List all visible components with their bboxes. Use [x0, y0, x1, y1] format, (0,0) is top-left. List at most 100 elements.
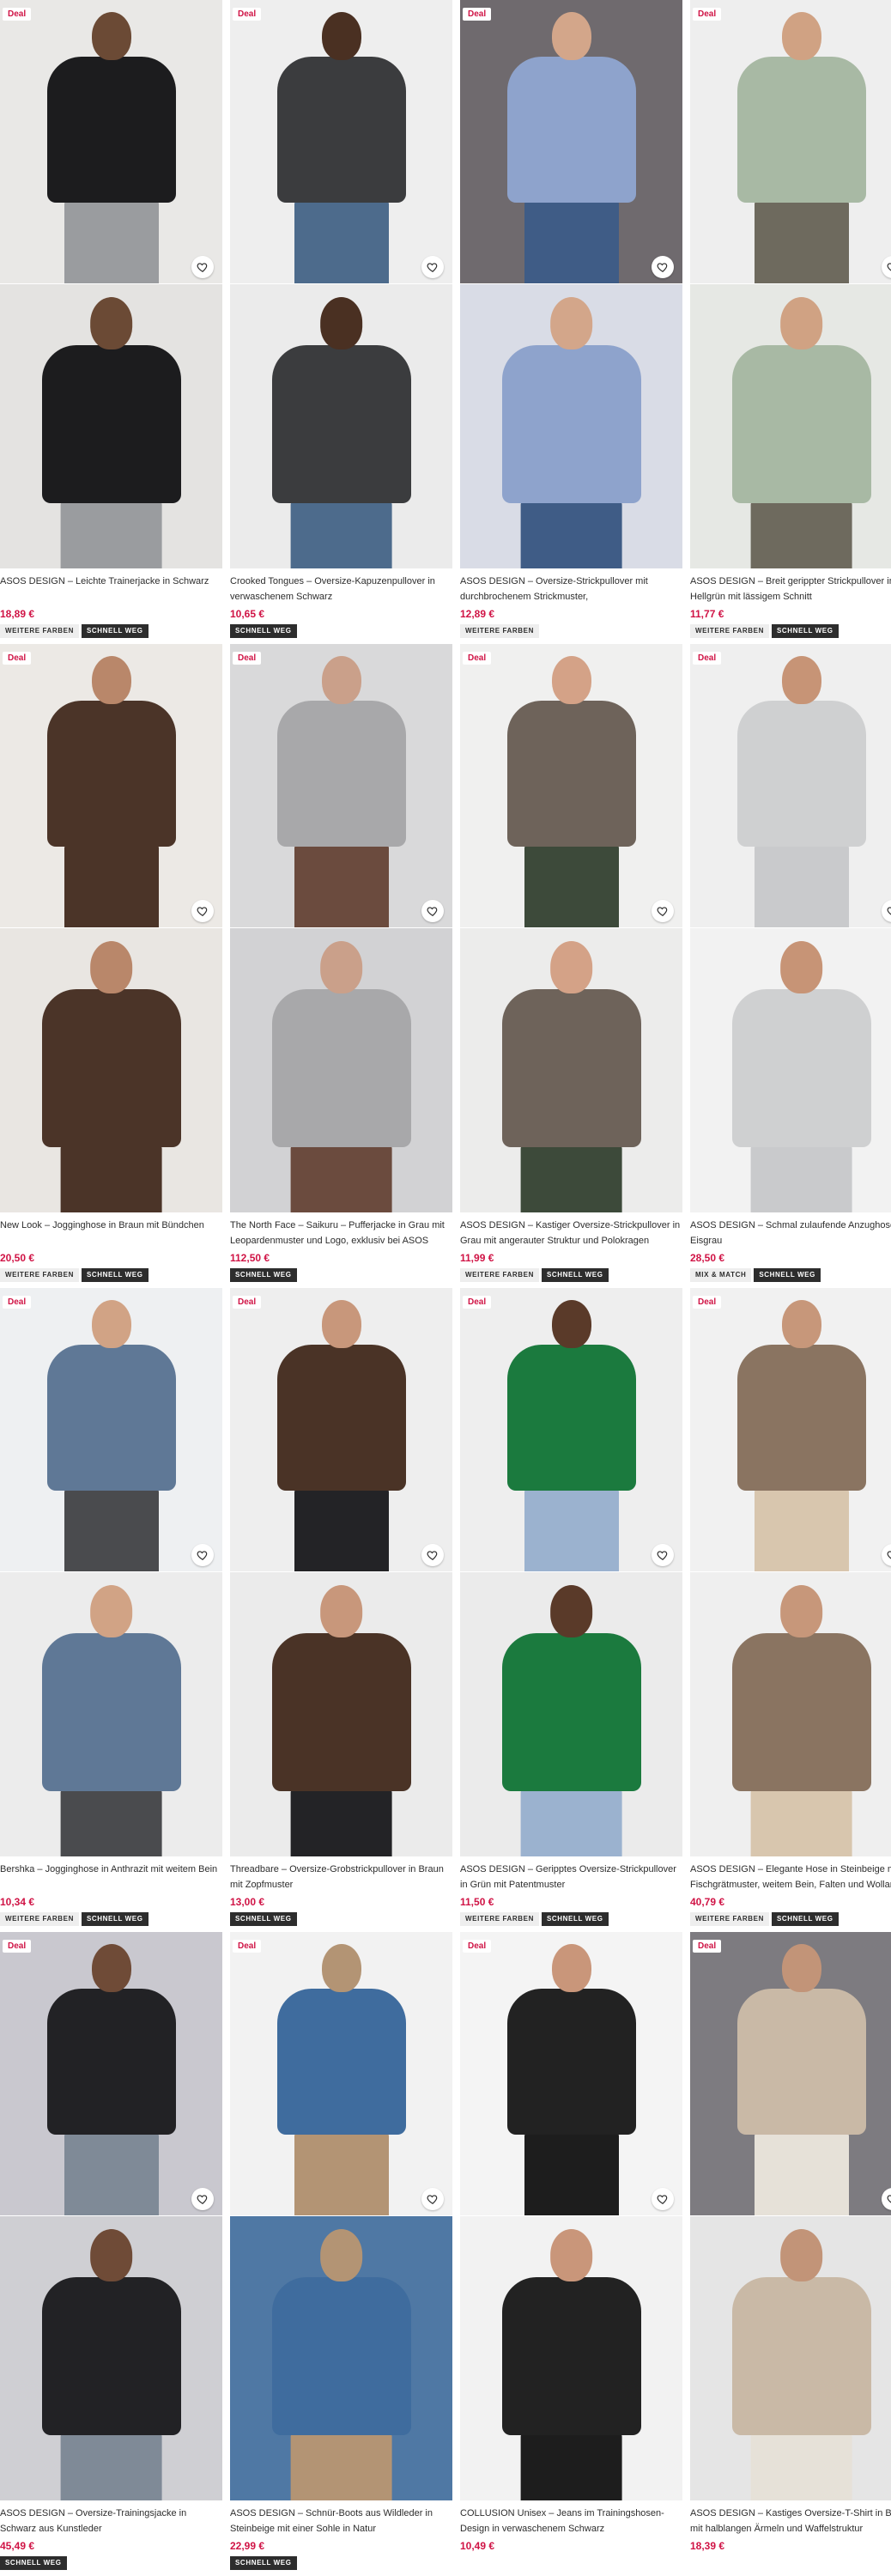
product-image-secondary[interactable]	[0, 928, 222, 1212]
product-card[interactable]: Deal ASOS DESIGN – Schmal zulaufende Anzu…	[690, 644, 891, 1288]
product-image-secondary[interactable]	[230, 284, 452, 568]
product-tags: WEITERE FARBEN	[460, 624, 682, 638]
product-image-primary[interactable]	[0, 644, 222, 927]
product-image-secondary[interactable]	[460, 284, 682, 568]
heart-icon[interactable]	[421, 2188, 444, 2210]
product-image-secondary[interactable]	[230, 2216, 452, 2500]
heart-icon[interactable]	[652, 900, 674, 922]
more-colors-badge[interactable]: WEITERE FARBEN	[0, 624, 79, 638]
product-image-secondary[interactable]	[690, 284, 891, 568]
product-title[interactable]: ASOS DESIGN – Elegante Hose in Steinbeig…	[690, 1862, 891, 1893]
heart-icon[interactable]	[421, 900, 444, 922]
more-colors-badge[interactable]: WEITERE FARBEN	[690, 1912, 769, 1926]
product-tags: WEITERE FARBEN SCHNELL WEG	[460, 1912, 682, 1926]
product-image-primary[interactable]	[0, 1288, 222, 1571]
product-title[interactable]: ASOS DESIGN – Schnür-Boots aus Wildleder…	[230, 2506, 452, 2537]
product-card[interactable]: Deal Bershka – Jogginghose in Anthrazit m…	[0, 1288, 222, 1932]
product-title[interactable]: ASOS DESIGN – Kastiges Oversize-T-Shirt …	[690, 2506, 891, 2537]
more-colors-badge[interactable]: WEITERE FARBEN	[690, 624, 769, 638]
model-head	[89, 297, 133, 349]
heart-icon[interactable]	[652, 1544, 674, 1566]
product-title[interactable]: COLLUSION Unisex – Jeans im Trainingshos…	[460, 2506, 682, 2537]
product-card[interactable]: Deal ASOS DESIGN – Breit gerippter Strick…	[690, 0, 891, 644]
product-image-secondary[interactable]	[0, 2216, 222, 2500]
model-top	[731, 345, 871, 503]
deal-badge: Deal	[693, 8, 722, 21]
product-card[interactable]: Deal ASOS DESIGN – Kastiger Oversize-Stri…	[460, 644, 682, 1288]
model-head	[321, 1300, 361, 1348]
product-image-secondary[interactable]	[690, 928, 891, 1212]
heart-icon[interactable]	[191, 900, 214, 922]
product-image-primary[interactable]	[230, 1288, 452, 1571]
product-image-secondary[interactable]	[230, 1572, 452, 1856]
model-top	[271, 2277, 411, 2435]
product-title[interactable]: Threadbare – Oversize-Grobstrickpullover…	[230, 1862, 452, 1893]
heart-icon[interactable]	[421, 1544, 444, 1566]
product-image-primary[interactable]	[690, 1932, 891, 2215]
product-card[interactable]: Deal ASOS DESIGN – Kastiges Oversize-T-Sh…	[690, 1932, 891, 2576]
product-image-secondary[interactable]	[460, 2216, 682, 2500]
product-card[interactable]: Deal Threadbare – Oversize-Grobstrickpull…	[230, 1288, 452, 1932]
product-card[interactable]: Deal ASOS DESIGN – Geripptes Oversize-Str…	[460, 1288, 682, 1932]
more-colors-badge[interactable]: WEITERE FARBEN	[460, 1268, 539, 1282]
selling-fast-badge: SCHNELL WEG	[81, 624, 148, 638]
product-title[interactable]: ASOS DESIGN – Oversize-Trainingsjacke in…	[0, 2506, 222, 2537]
heart-icon[interactable]	[652, 2188, 674, 2210]
product-card[interactable]: Deal New Look – Jogginghose in Braun mit …	[0, 644, 222, 1288]
product-card[interactable]: Deal The North Face – Saikuru – Pufferjac…	[230, 644, 452, 1288]
product-title[interactable]: New Look – Jogginghose in Braun mit Bünd…	[0, 1218, 222, 1249]
product-card[interactable]: Deal Crooked Tongues – Oversize-Kapuzenpu…	[230, 0, 452, 644]
more-colors-badge[interactable]: WEITERE FARBEN	[0, 1912, 79, 1926]
more-colors-badge[interactable]: WEITERE FARBEN	[0, 1268, 79, 1282]
product-title[interactable]: ASOS DESIGN – Leichte Trainerjacke in Sc…	[0, 574, 222, 605]
product-info: ASOS DESIGN – Schnür-Boots aus Wildleder…	[230, 2506, 452, 2570]
product-image-primary[interactable]	[690, 1288, 891, 1571]
product-image-primary[interactable]	[230, 1932, 452, 2215]
product-image-secondary[interactable]	[0, 1572, 222, 1856]
product-image-secondary[interactable]	[460, 1572, 682, 1856]
product-image-secondary[interactable]	[460, 928, 682, 1212]
model-top	[736, 57, 866, 203]
product-title[interactable]: Crooked Tongues – Oversize-Kapuzenpullov…	[230, 574, 452, 605]
more-colors-badge[interactable]: WEITERE FARBEN	[460, 624, 539, 638]
product-tags: WEITERE FARBEN SCHNELL WEG	[690, 624, 891, 638]
product-title[interactable]: ASOS DESIGN – Geripptes Oversize-Strickp…	[460, 1862, 682, 1893]
product-title[interactable]: ASOS DESIGN – Oversize-Strickpullover mi…	[460, 574, 682, 605]
product-card[interactable]: Deal ASOS DESIGN – Elegante Hose in Stein…	[690, 1288, 891, 1932]
heart-icon[interactable]	[191, 1544, 214, 1566]
selling-fast-badge: SCHNELL WEG	[230, 1268, 297, 1282]
product-title[interactable]: The North Face – Saikuru – Pufferjacke i…	[230, 1218, 452, 1249]
product-image-primary[interactable]	[460, 1288, 682, 1571]
product-image-secondary[interactable]	[230, 928, 452, 1212]
product-title[interactable]: ASOS DESIGN – Schmal zulaufende Anzughos…	[690, 1218, 891, 1249]
product-card[interactable]: Deal COLLUSION Unisex – Jeans im Training…	[460, 1932, 682, 2576]
product-image-secondary[interactable]	[690, 1572, 891, 1856]
heart-icon[interactable]	[421, 256, 444, 278]
product-image-primary[interactable]	[230, 644, 452, 927]
product-image-primary[interactable]	[690, 644, 891, 927]
product-card[interactable]: Deal ASOS DESIGN – Oversize-Strickpullove…	[460, 0, 682, 644]
product-info: ASOS DESIGN – Geripptes Oversize-Strickp…	[460, 1862, 682, 1926]
product-image-primary[interactable]	[230, 0, 452, 283]
model-head	[91, 656, 131, 704]
heart-icon[interactable]	[652, 256, 674, 278]
product-image-primary[interactable]	[460, 0, 682, 283]
product-card[interactable]: Deal ASOS DESIGN – Leichte Trainerjacke i…	[0, 0, 222, 644]
more-colors-badge[interactable]: WEITERE FARBEN	[460, 1912, 539, 1926]
product-card[interactable]: Deal ASOS DESIGN – Oversize-Trainingsjack…	[0, 1932, 222, 2576]
product-image-primary[interactable]	[0, 1932, 222, 2215]
mix-match-badge[interactable]: MIX & MATCH	[690, 1268, 752, 1282]
product-image-primary[interactable]	[460, 1932, 682, 2215]
product-title[interactable]: ASOS DESIGN – Kastiger Oversize-Strickpu…	[460, 1218, 682, 1249]
heart-icon[interactable]	[191, 2188, 214, 2210]
product-image-primary[interactable]	[690, 0, 891, 283]
product-image-secondary[interactable]	[0, 284, 222, 568]
model-head	[549, 1585, 593, 1637]
product-image-primary[interactable]	[460, 644, 682, 927]
product-title[interactable]: ASOS DESIGN – Breit gerippter Strickpull…	[690, 574, 891, 605]
product-title[interactable]: Bershka – Jogginghose in Anthrazit mit w…	[0, 1862, 222, 1893]
product-image-secondary[interactable]	[690, 2216, 891, 2500]
product-image-primary[interactable]	[0, 0, 222, 283]
heart-icon[interactable]	[191, 256, 214, 278]
product-card[interactable]: Deal ASOS DESIGN – Schnür-Boots aus Wildl…	[230, 1932, 452, 2576]
